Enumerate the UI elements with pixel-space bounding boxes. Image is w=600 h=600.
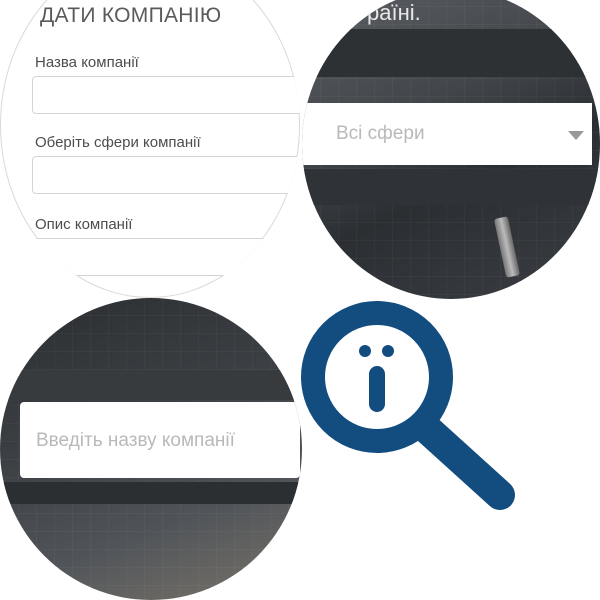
- company-form-crop: ДАТИ КОМПАНІЮ Назва компанії Оберіть сфе…: [0, 0, 300, 298]
- hero-heading-fragment: раїні.: [367, 0, 421, 25]
- pen-image: [493, 216, 521, 278]
- magnifier-info-icon: [301, 301, 515, 510]
- company-description-label: Опис компанії: [35, 216, 133, 233]
- company-name-input[interactable]: [32, 76, 300, 114]
- form-title: ДАТИ КОМПАНІЮ: [40, 4, 222, 27]
- dark-band: [302, 29, 600, 77]
- company-description-input[interactable]: [32, 238, 300, 276]
- company-search-input[interactable]: Введіть назву компанії: [20, 402, 300, 478]
- company-spheres-label: Оберіть сфери компанії: [35, 134, 201, 151]
- spheres-dropdown-crop: раїні. Всі сфери: [302, 0, 600, 299]
- company-search-crop: Введіть назву компанії: [0, 298, 302, 600]
- company-search-placeholder: Введіть назву компанії: [36, 430, 235, 451]
- dark-band-bottom: [302, 169, 600, 205]
- company-name-label: Назва компанії: [35, 54, 139, 71]
- dark-band-bottom: [0, 482, 302, 504]
- company-spheres-select[interactable]: [32, 156, 300, 194]
- dark-band: [0, 370, 302, 400]
- spheres-select-value: Всі сфери: [336, 123, 425, 144]
- spheres-select[interactable]: Всі сфери: [302, 103, 592, 165]
- chevron-down-icon[interactable]: [568, 131, 584, 140]
